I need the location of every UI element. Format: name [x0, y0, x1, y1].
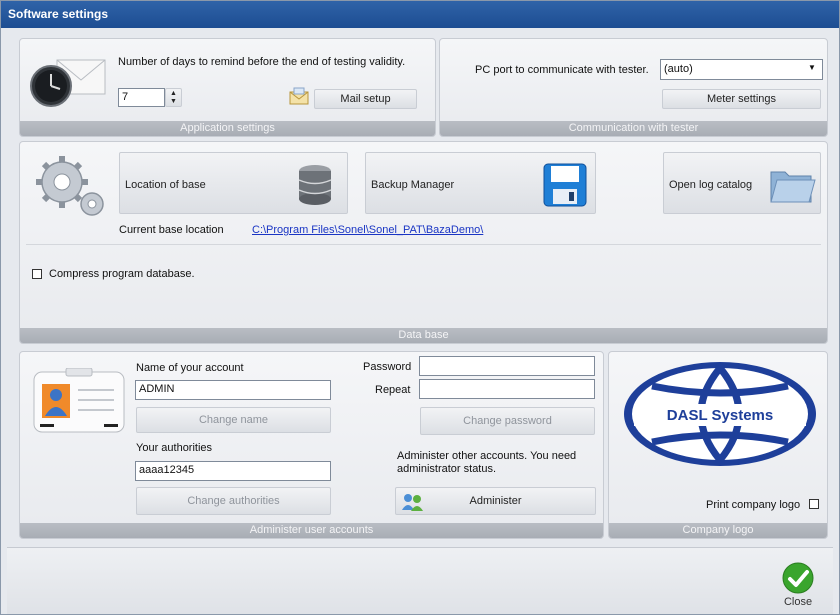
backup-manager-button[interactable]: Backup Manager — [365, 152, 596, 214]
clock-mail-icon — [30, 59, 106, 107]
location-of-base-button[interactable]: Location of base — [119, 152, 348, 214]
backup-manager-label: Backup Manager — [371, 179, 455, 191]
application-settings-panel: Number of days to remind before the end … — [19, 38, 436, 137]
floppy-disk-icon — [543, 163, 587, 207]
mail-envelope-icon — [289, 87, 309, 105]
check-icon — [782, 562, 814, 594]
database-icon — [298, 165, 332, 205]
communication-footer: Communication with tester — [440, 121, 827, 136]
remind-days-input[interactable]: 7 — [118, 88, 165, 107]
print-company-logo-checkbox[interactable] — [809, 499, 819, 509]
meter-settings-button[interactable]: Meter settings — [662, 89, 821, 109]
gears-icon — [36, 156, 104, 216]
company-logo-text: DASL Systems — [666, 407, 774, 424]
communication-panel: PC port to communicate with tester. (aut… — [439, 38, 828, 137]
database-divider — [26, 244, 821, 245]
open-log-catalog-button[interactable]: Open log catalog — [663, 152, 821, 214]
spin-down-icon[interactable]: ▼ — [170, 98, 177, 105]
company-logo-panel: DASL Systems Print company logo Company … — [608, 351, 828, 539]
print-company-logo-label: Print company logo — [706, 499, 801, 511]
account-name-label: Name of your account — [136, 362, 244, 374]
open-log-catalog-label: Open log catalog — [669, 179, 753, 191]
current-base-location-label: Current base location — [119, 224, 224, 236]
administer-button[interactable]: Administer — [395, 487, 596, 515]
administer-info-text: Administer other accounts. You need admi… — [397, 450, 577, 475]
location-of-base-label: Location of base — [125, 179, 206, 191]
application-settings-footer: Application settings — [20, 121, 435, 136]
change-password-button[interactable]: Change password — [420, 407, 595, 435]
bottom-bar — [7, 547, 833, 614]
close-button[interactable]: Close — [773, 557, 823, 611]
company-logo-footer: Company logo — [609, 523, 827, 538]
spin-up-icon[interactable]: ▲ — [170, 90, 177, 97]
repeat-label: Repeat — [375, 384, 411, 396]
database-panel: Location of base Backup Manager Open log… — [19, 141, 828, 344]
compress-database-label: Compress program database. — [49, 268, 195, 280]
software-settings-window: Software settings Number of days to remi… — [0, 0, 840, 615]
account-name-input[interactable]: ADMIN — [135, 380, 331, 400]
administer-label: Administer — [469, 495, 522, 507]
folder-icon — [770, 171, 816, 203]
mail-setup-button[interactable]: Mail setup — [314, 89, 417, 109]
your-authorities-label: Your authorities — [136, 442, 213, 454]
database-footer: Data base — [20, 328, 827, 343]
dropdown-arrow-icon[interactable]: ▼ — [808, 63, 816, 72]
password-label: Password — [363, 361, 412, 373]
accounts-footer: Administer user accounts — [20, 523, 603, 538]
compress-database-checkbox[interactable] — [32, 269, 42, 279]
current-base-path-link[interactable]: C:\Program Files\Sonel\Sonel_PAT\BazaDem… — [252, 224, 483, 236]
authorities-input[interactable]: aaaa12345 — [135, 461, 331, 481]
remind-days-label: Number of days to remind before the end … — [118, 56, 406, 68]
remind-days-spinner[interactable]: ▲ ▼ — [165, 88, 182, 107]
pc-port-label: PC port to communicate with tester. — [475, 64, 649, 76]
window-title: Software settings — [1, 1, 839, 28]
change-name-button[interactable]: Change name — [136, 407, 331, 433]
password-input[interactable] — [419, 356, 595, 376]
accounts-panel: Name of your account ADMIN Change name Y… — [19, 351, 604, 539]
repeat-password-input[interactable] — [419, 379, 595, 399]
pc-port-select[interactable]: (auto) — [660, 59, 823, 80]
user-id-card-icon — [33, 368, 125, 433]
close-label: Close — [783, 596, 813, 608]
change-authorities-button[interactable]: Change authorities — [136, 487, 331, 515]
